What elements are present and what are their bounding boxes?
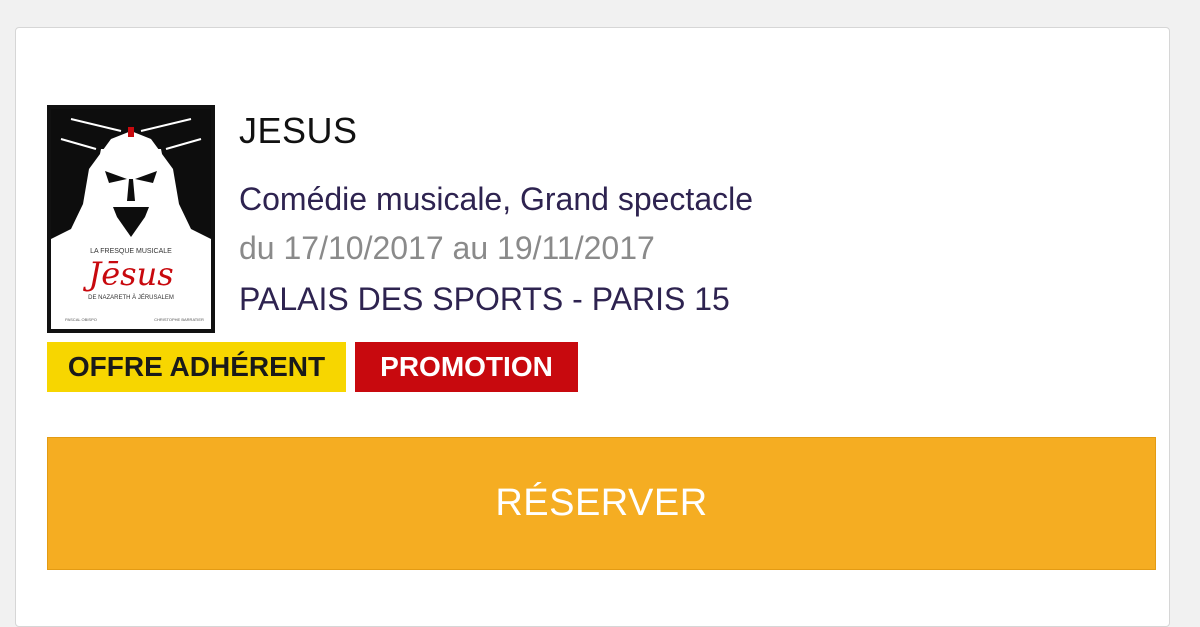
poster-credit-right: CHRISTOPHE BARRATIER [154, 317, 204, 322]
poster-credit-left: PASCAL OBISPO [65, 317, 97, 322]
event-dates: du 17/10/2017 au 19/11/2017 [239, 230, 655, 266]
poster-overline: LA FRESQUE MUSICALE [90, 248, 172, 255]
poster-artwork: LA FRESQUE MUSICALE Jēsus DE NAZARETH À … [51, 109, 211, 329]
event-poster[interactable]: LA FRESQUE MUSICALE Jēsus DE NAZARETH À … [47, 105, 215, 333]
member-offer-badge: OFFRE ADHÉRENT [47, 342, 346, 392]
event-venue[interactable]: PALAIS DES SPORTS - PARIS 15 [239, 280, 753, 318]
poster-subtitle: DE NAZARETH À JÉRUSALEM [88, 294, 174, 301]
event-card: LA FRESQUE MUSICALE Jēsus DE NAZARETH À … [15, 27, 1170, 627]
promotion-badge: PROMOTION [355, 342, 578, 392]
event-info: JESUS Comédie musicale, Grand spectacle … [239, 111, 753, 318]
badge-row: OFFRE ADHÉRENT PROMOTION [47, 342, 578, 392]
poster-title: Jēsus [82, 255, 173, 293]
reserve-button[interactable]: RÉSERVER [47, 437, 1156, 570]
event-genre[interactable]: Comédie musicale, Grand spectacle [239, 180, 753, 218]
event-title[interactable]: JESUS [239, 111, 753, 151]
